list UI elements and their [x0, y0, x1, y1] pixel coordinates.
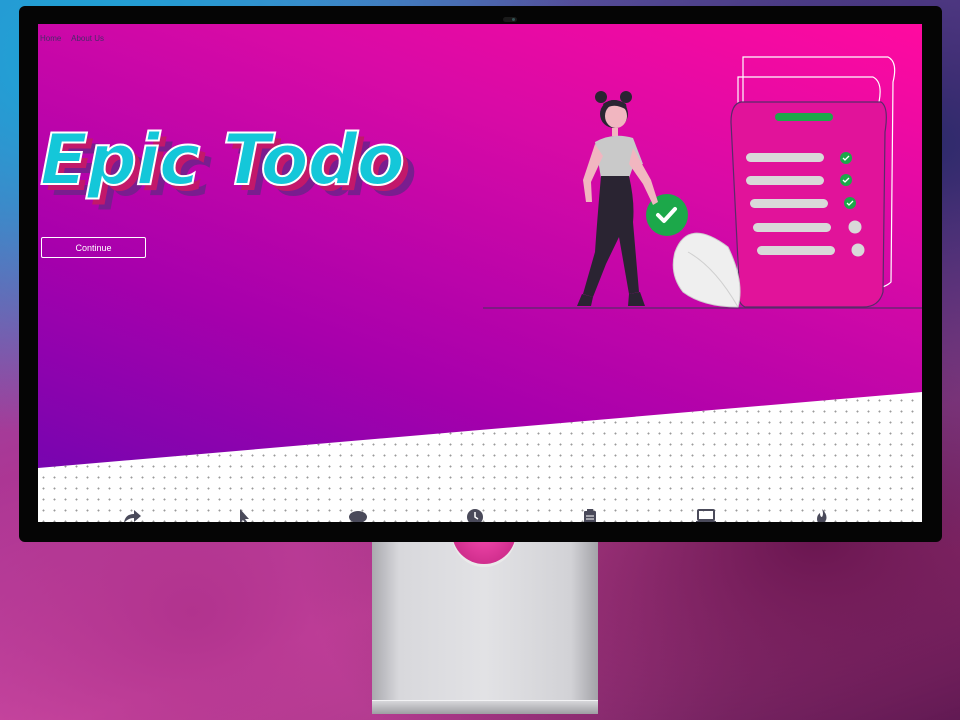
check-dot-3 [844, 197, 856, 209]
screen: Home About Us Epic Todo Continue [38, 24, 922, 522]
share-icon[interactable] [122, 508, 142, 522]
list-line-3 [750, 199, 828, 208]
chat-icon[interactable] [348, 508, 368, 522]
check-dot-1 [840, 152, 852, 164]
todo-illustration [483, 56, 922, 309]
clipboard-icon[interactable] [580, 508, 600, 522]
person-figure [577, 91, 658, 306]
list-line-4 [753, 223, 831, 232]
fire-icon[interactable] [812, 508, 832, 522]
empty-dot-4 [848, 220, 862, 234]
list-line-5 [757, 246, 835, 255]
list-line-1 [746, 153, 824, 162]
paper-header-bar [775, 113, 833, 121]
nav-about-link[interactable]: About Us [71, 34, 104, 43]
list-line-2 [746, 176, 824, 185]
leaf-shape [672, 232, 741, 308]
check-dot-2 [840, 174, 852, 186]
monitor-stand-base [372, 700, 598, 714]
camera-icon [503, 17, 517, 22]
clock-icon[interactable] [465, 508, 485, 522]
top-nav: Home About Us [40, 34, 112, 43]
hero-title: Epic Todo [39, 118, 406, 202]
empty-dot-5 [851, 243, 865, 257]
continue-button[interactable]: Continue [41, 237, 146, 258]
laptop-icon[interactable] [696, 508, 716, 522]
cursor-icon[interactable] [235, 508, 255, 522]
feature-icon-row [38, 508, 922, 522]
nav-home-link[interactable]: Home [40, 34, 61, 43]
